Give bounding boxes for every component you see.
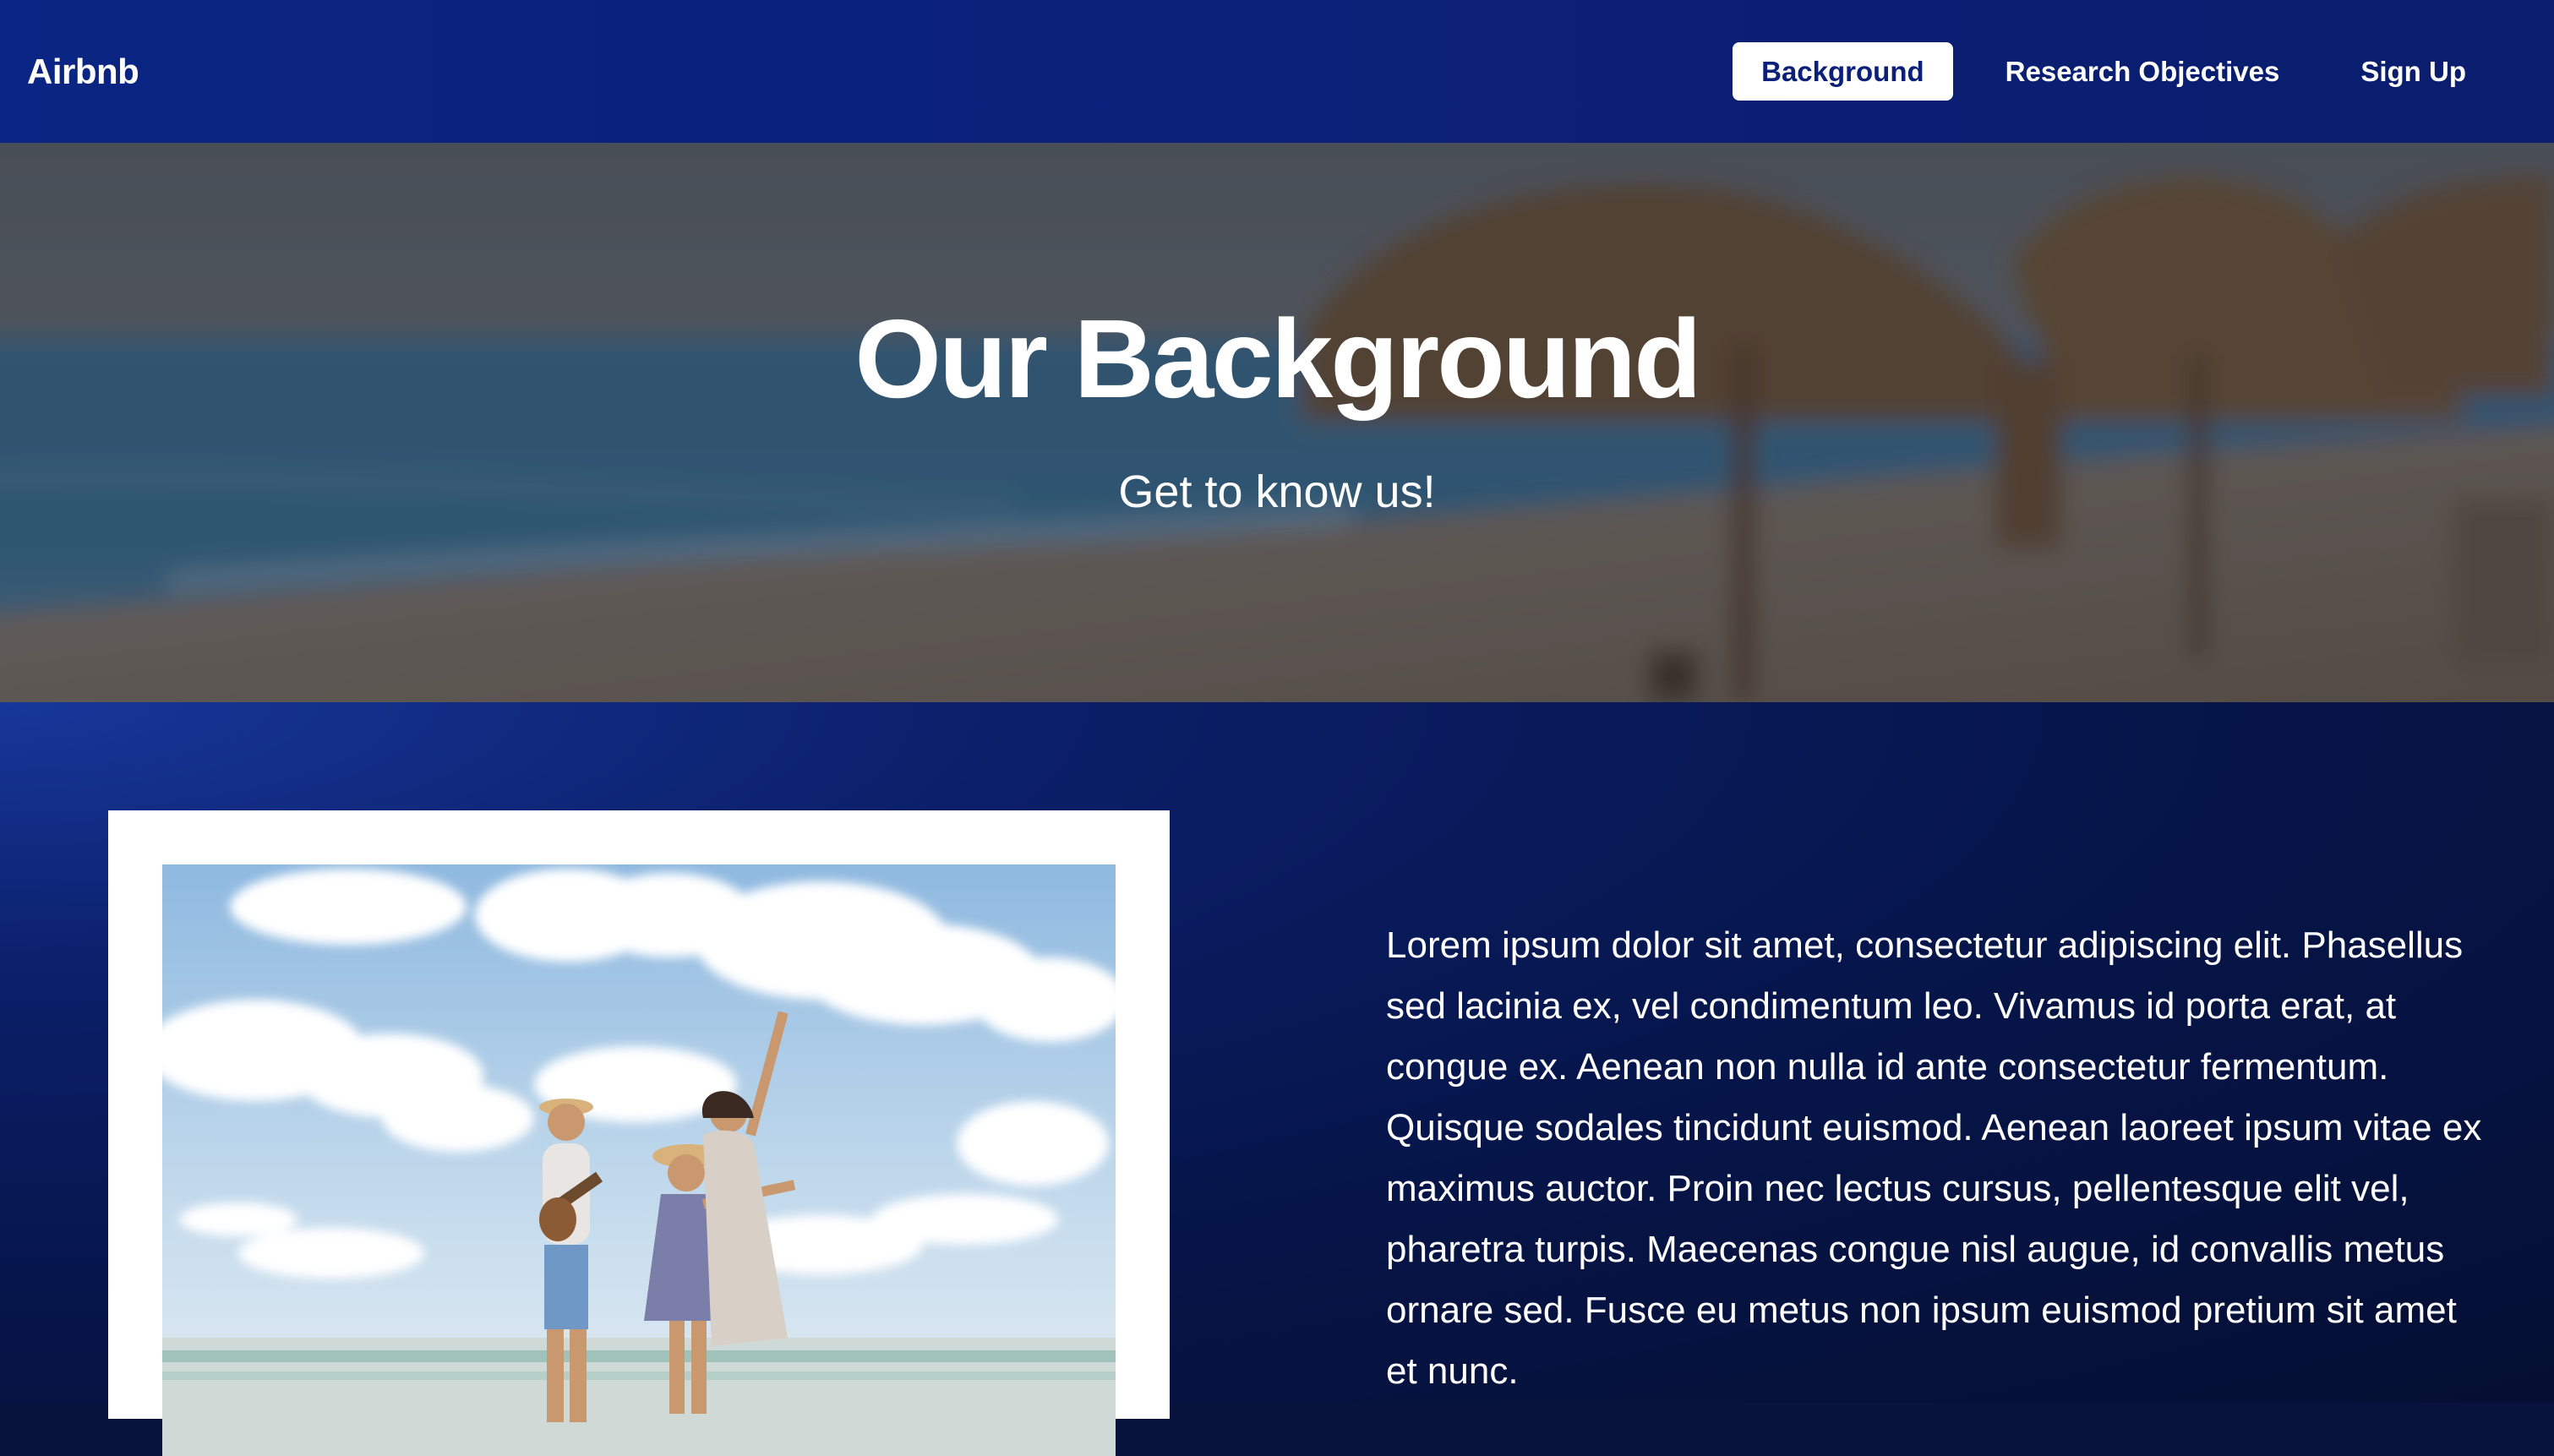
brand-logo[interactable]: Airbnb <box>27 52 139 92</box>
family-beach-photo <box>162 864 1116 1456</box>
hero-banner: Our Background Get to know us! <box>0 143 2554 702</box>
top-navbar: Airbnb Background Research Objectives Si… <box>0 0 2554 143</box>
background-content-section: Lorem ipsum dolor sit amet, consectetur … <box>0 702 2554 1456</box>
nav-link-sign-up[interactable]: Sign Up <box>2332 42 2495 101</box>
hero-subtitle: Get to know us! <box>1118 466 1436 517</box>
nav-links: Background Research Objectives Sign Up <box>1733 42 2495 101</box>
background-paragraph: Lorem ipsum dolor sit amet, consectetur … <box>1386 924 2482 1392</box>
hero-title: Our Background <box>854 297 1701 421</box>
photo-frame <box>108 810 1170 1456</box>
hero-overlay <box>0 143 2554 702</box>
nav-link-background[interactable]: Background <box>1733 42 1953 101</box>
nav-link-research-objectives[interactable]: Research Objectives <box>1977 42 2309 101</box>
